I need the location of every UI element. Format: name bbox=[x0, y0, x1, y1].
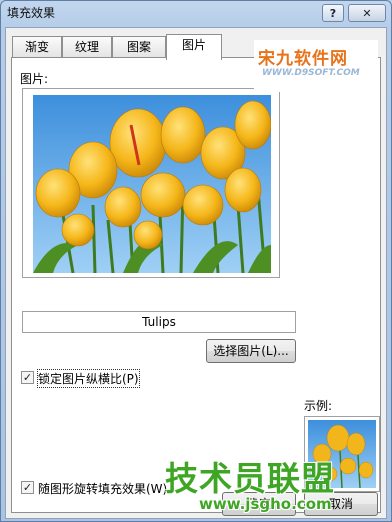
close-icon: ✕ bbox=[362, 6, 372, 20]
jsgho-watermark-url: www.jsgho.com bbox=[199, 495, 332, 513]
d9soft-watermark: 宋九软件网 WWW.D9SOFT.COM bbox=[254, 40, 378, 92]
jsgho-watermark: 技术员联盟 www.jsgho.com bbox=[165, 452, 385, 522]
close-button[interactable]: ✕ bbox=[348, 4, 386, 22]
picture-tab-panel: 图片: Tulips 选择图片(L)... ✓ 锁定图片纵横比(P) 示例: ✓… bbox=[11, 57, 381, 513]
jsgho-watermark-brand: 技术员联盟 bbox=[165, 459, 335, 498]
rotate-with-shape-checkbox[interactable]: ✓ bbox=[21, 481, 34, 494]
tulips-image bbox=[33, 95, 271, 273]
picture-label: 图片: bbox=[20, 72, 49, 86]
tab-pattern[interactable]: 图案 bbox=[112, 36, 166, 58]
dialog-client-area: 渐变 纹理 图案 图片 图片: Tulips 选择图片(L)... ✓ 锁定图片… bbox=[5, 27, 387, 519]
rotate-with-shape-label[interactable]: 随图形旋转填充效果(W) bbox=[38, 480, 167, 497]
help-button[interactable]: ? bbox=[322, 4, 344, 22]
select-picture-button[interactable]: 选择图片(L)... bbox=[206, 339, 296, 363]
lock-aspect-checkbox[interactable]: ✓ bbox=[21, 371, 34, 384]
tab-picture[interactable]: 图片 bbox=[166, 34, 222, 60]
tab-texture[interactable]: 纹理 bbox=[62, 36, 112, 58]
picture-preview-frame bbox=[22, 88, 280, 278]
preview-label: 示例: bbox=[304, 399, 333, 413]
lock-aspect-label[interactable]: 锁定图片纵横比(P) bbox=[37, 369, 140, 388]
title-bar[interactable]: 填充效果 ? ✕ bbox=[1, 1, 391, 25]
picture-name-field: Tulips bbox=[22, 311, 296, 333]
window-title: 填充效果 bbox=[7, 6, 56, 20]
help-icon: ? bbox=[329, 6, 337, 20]
d9soft-watermark-url: WWW.D9SOFT.COM bbox=[262, 68, 360, 78]
tab-gradient[interactable]: 渐变 bbox=[12, 36, 62, 58]
d9soft-watermark-brand: 宋九软件网 bbox=[258, 49, 348, 69]
